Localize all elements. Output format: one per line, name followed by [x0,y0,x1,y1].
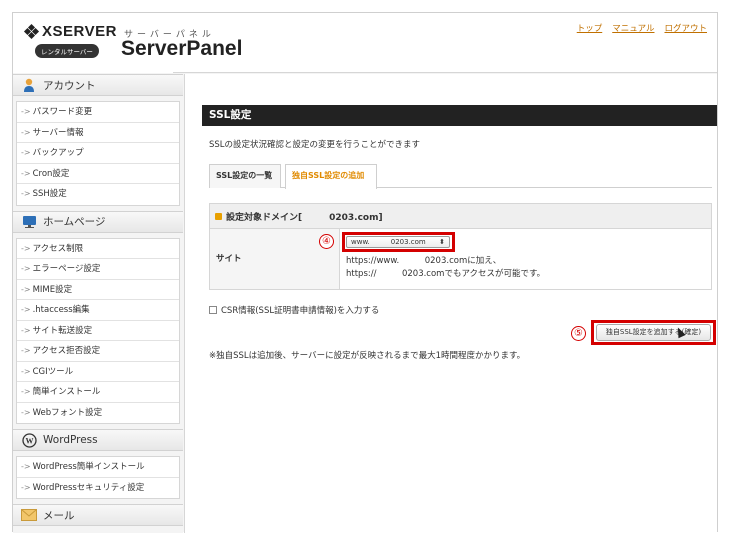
person-icon [21,77,37,93]
sidebar-item-label: WordPressセキュリティ設定 [32,482,145,493]
tab-ssl-list[interactable]: SSL設定の一覧 [209,164,281,188]
arrow-icon: -> [21,325,31,335]
sidebar-item-password[interactable]: -> パスワード変更 [17,102,179,123]
sidebar-item-web-font[interactable]: -> Webフォント設定 [17,403,179,424]
main-content: SSL設定 SSLの設定状況確認と設定の変更を行うことができます SSL設定の一… [184,74,717,533]
sidebar-item-mime[interactable]: -> MIME設定 [17,280,179,300]
wordpress-icon: W [21,432,37,448]
site-info-line2: https:// 0203.comでもアクセスが可能です。 [346,269,546,279]
brand-name: XSERVER [42,23,117,40]
account-menu: -> パスワード変更 -> サーバー情報 -> バックアップ -> Cron設定 -> S… [16,101,180,206]
tab-bar: SSL設定の一覧 独自SSL設定の追加 [209,164,712,189]
sidebar-item-access-limit[interactable]: -> アクセス制限 [17,239,179,259]
sidebar-item-cgi-tool[interactable]: -> CGIツール [17,362,179,382]
arrow-icon: -> [21,127,31,137]
sidebar-item-label: .htaccess編集 [32,305,90,315]
page-description: SSLの設定状況確認と設定の変更を行うことができます [209,140,421,150]
highlight-box-select [342,232,455,252]
arrow-icon: -> [21,366,31,376]
arrow-icon: -> [21,346,31,355]
sidebar-item-label: サーバー情報 [32,127,84,138]
sidebar-item-error-page[interactable]: -> エラーページ設定 [17,259,179,280]
screenshot-frame: XSERVER レンタルサーバー サーバーパネル ServerPanel トップ… [0,0,730,533]
step-marker-5: ⑤ [571,326,586,341]
sidebar-item-label: パスワード変更 [32,107,93,117]
sidebar-item-label: バックアップ [32,148,84,158]
sidebar-item-server-info[interactable]: -> サーバー情報 [17,123,179,143]
arrow-icon: -> [21,243,31,253]
sidebar-item-label: エラーページ設定 [32,264,101,274]
logout-link[interactable]: ログアウト [664,22,707,34]
csr-checkbox[interactable] [209,306,217,314]
arrow-icon: -> [21,482,31,492]
wordpress-menu: -> WordPress簡単インストール -> WordPressセキュリティ設定 [16,456,180,499]
header: XSERVER レンタルサーバー サーバーパネル ServerPanel トップ… [13,13,717,73]
sidebar-item-label: MIME設定 [32,284,73,295]
sidebar-item-wp-install[interactable]: -> WordPress簡単インストール [17,457,179,478]
arrow-icon: -> [21,387,31,396]
ssl-note: ※独自SSLは追加後、サーバーに設定が反映されるまで最大1時間程度かかります。 [209,351,526,361]
top-links: トップ マニュアル ログアウト [577,22,707,34]
xserver-logo-icon [23,23,40,39]
sidebar-item-site-redirect[interactable]: -> サイト転送設定 [17,321,179,341]
section-title: アカウント [43,79,96,92]
csr-option[interactable]: CSR情報(SSL証明書申請情報)を入力する [209,304,379,316]
highlight-box-button [591,320,716,345]
sidebar-section-account: アカウント [13,74,183,96]
sidebar-item-label: Webフォント設定 [32,407,103,418]
sidebar-item-ssh[interactable]: -> SSH設定 [17,184,179,205]
monitor-icon [21,214,37,230]
product-name: ServerPanel [121,37,243,60]
top-link[interactable]: トップ [577,22,603,34]
sidebar-item-backup[interactable]: -> バックアップ [17,143,179,164]
site-info-line1: https://www. 0203.comに加え、 [346,256,502,266]
domain-header-text: 設定対象ドメイン[ 0203.com] [226,212,383,223]
sidebar-section-homepage: ホームページ [13,210,183,233]
step-marker-4: ④ [319,234,334,249]
arrow-icon: -> [21,264,31,273]
tab-add-ssl[interactable]: 独自SSL設定の追加 [285,164,377,189]
sidebar-section-wordpress: W WordPress [13,429,183,451]
sidebar-item-cron[interactable]: -> Cron設定 [17,164,179,184]
arrow-icon: -> [21,189,31,198]
sidebar-item-label: サイト転送設定 [32,325,93,336]
section-title: ホームページ [43,216,106,228]
sidebar-item-htaccess[interactable]: -> .htaccess編集 [17,300,179,321]
arrow-icon: -> [21,462,31,471]
sidebar-item-label: SSH設定 [32,189,67,199]
page-title: SSL設定 [202,105,717,126]
csr-label: CSR情報(SSL証明書申請情報)を入力する [221,306,380,316]
sidebar-item-label: CGIツール [32,366,74,377]
svg-text:W: W [25,436,33,445]
sidebar-item-label: アクセス拒否設定 [32,346,101,356]
sidebar-item-wp-security[interactable]: -> WordPressセキュリティ設定 [17,478,179,499]
sidebar-item-easy-install[interactable]: -> 簡単インストール [17,382,179,403]
site-info: https://www. 0203.comに加え、 https:// 0203.… [346,255,545,281]
site-row: サイト www. 0203.com ⬍ https://www. 0203.co… [210,229,711,289]
arrow-icon: -> [21,305,31,314]
arrow-icon: -> [21,284,31,294]
sidebar-section-mail: メール [13,504,183,526]
arrow-icon: -> [21,407,31,417]
mail-icon [21,507,37,523]
sidebar-item-label: 簡単インストール [32,387,101,397]
xserver-brand: XSERVER [23,23,117,40]
arrow-icon: -> [21,148,31,157]
sidebar: アカウント -> パスワード変更 -> サーバー情報 -> バックアップ -> Cron… [13,74,183,533]
sidebar-item-label: アクセス制限 [32,243,84,254]
arrow-icon: -> [21,168,31,178]
arrow-icon: -> [21,107,31,116]
ssl-form: 設定対象ドメイン[ 0203.com] サイト www. 0203.com ⬍ … [209,203,712,290]
domain-header: 設定対象ドメイン[ 0203.com] [210,204,711,229]
sidebar-item-label: WordPress簡単インストール [32,462,145,472]
sidebar-item-label: Cron設定 [32,168,70,179]
homepage-menu: -> アクセス制限 -> エラーページ設定 -> MIME設定 -> .htaccess… [16,237,180,424]
section-title: メール [43,509,75,522]
section-title: WordPress [43,434,98,446]
rental-server-badge: レンタルサーバー [35,44,99,58]
manual-link[interactable]: マニュアル [612,22,654,34]
sidebar-item-access-deny[interactable]: -> アクセス拒否設定 [17,341,179,362]
server-panel-window: XSERVER レンタルサーバー サーバーパネル ServerPanel トップ… [12,12,718,533]
bullet-icon [215,212,222,220]
